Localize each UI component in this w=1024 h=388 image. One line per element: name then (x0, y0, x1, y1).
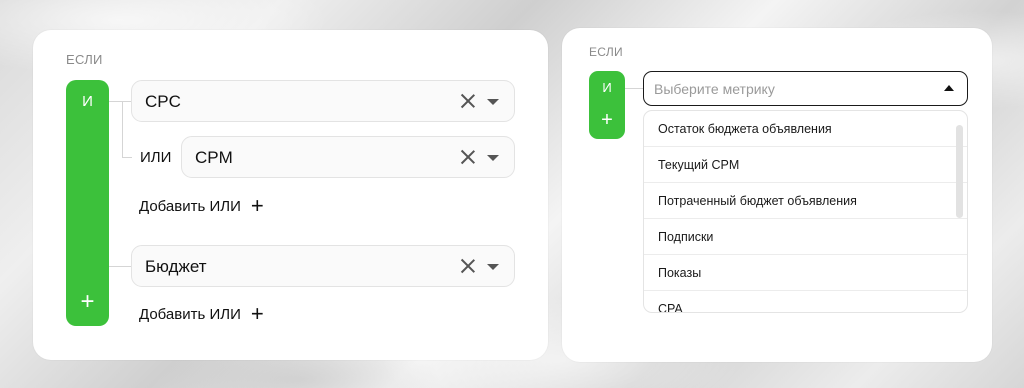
chevron-up-icon[interactable] (944, 85, 954, 91)
select-value: CPC (145, 92, 181, 111)
dropdown-option[interactable]: Показы (644, 255, 967, 291)
dropdown-option[interactable]: Текущий CPM (644, 147, 967, 183)
connector-line (122, 101, 123, 158)
clear-icon[interactable] (459, 148, 477, 166)
clear-icon[interactable] (459, 92, 477, 110)
add-or-button[interactable]: Добавить ИЛИ + (139, 195, 264, 217)
chevron-down-icon[interactable] (487, 155, 499, 161)
scrollbar-thumb[interactable] (956, 125, 963, 218)
metric-select-cpc[interactable]: CPC (131, 80, 515, 122)
add-or-button[interactable]: Добавить ИЛИ + (139, 303, 264, 325)
metric-placeholder: Выберите метрику (654, 81, 775, 97)
plus-icon: + (250, 301, 264, 326)
select-value: Бюджет (145, 257, 207, 276)
metric-select-open[interactable]: Выберите метрику (643, 71, 968, 106)
connector-line (625, 88, 643, 89)
add-or-label: Добавить ИЛИ (139, 197, 241, 215)
dropdown-option[interactable]: CPA (644, 291, 967, 312)
if-label: ЕСЛИ (589, 45, 623, 59)
dropdown-option[interactable]: Подписки (644, 219, 967, 255)
chevron-down-icon[interactable] (487, 99, 499, 105)
add-and-plus-icon[interactable]: + (589, 109, 625, 132)
chevron-down-icon[interactable] (487, 264, 499, 270)
and-label: И (82, 93, 93, 110)
connector-line (109, 101, 131, 102)
if-label: ЕСЛИ (66, 52, 103, 67)
connector-line (109, 266, 131, 267)
metric-select-cpm[interactable]: CPM (181, 136, 515, 178)
metric-select-budget[interactable]: Бюджет (131, 245, 515, 287)
add-and-plus-icon[interactable]: + (66, 288, 109, 316)
and-label: И (602, 80, 612, 95)
metric-dropdown-list: Остаток бюджета объявления Текущий CPM П… (643, 110, 968, 313)
and-group-bar[interactable]: И + (589, 71, 625, 139)
connector-line (122, 157, 132, 158)
dropdown-option[interactable]: Потраченный бюджет объявления (644, 183, 967, 219)
add-or-label: Добавить ИЛИ (139, 305, 241, 323)
or-label: ИЛИ (140, 149, 172, 166)
clear-icon[interactable] (459, 257, 477, 275)
and-group-bar[interactable]: И + (66, 80, 109, 326)
select-value: CPM (195, 148, 233, 167)
plus-icon: + (250, 193, 264, 218)
dropdown-option[interactable]: Остаток бюджета объявления (644, 111, 967, 147)
